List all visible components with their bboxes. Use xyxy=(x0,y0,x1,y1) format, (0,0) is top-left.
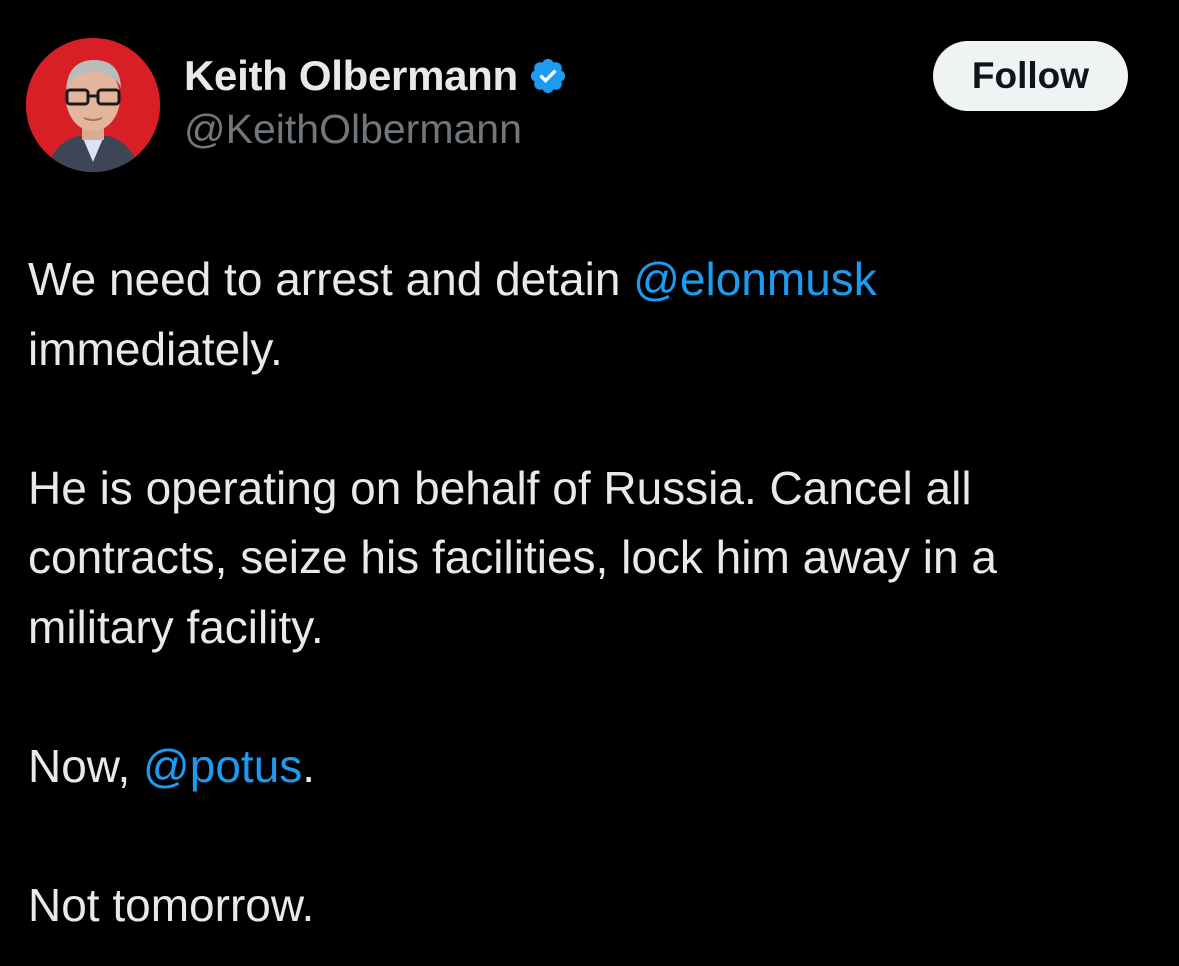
author-handle[interactable]: @KeithOlbermann xyxy=(184,106,522,153)
follow-button[interactable]: Follow xyxy=(933,41,1128,111)
tweet-text-segment: We need to arrest and detain xyxy=(28,253,634,305)
tweet-paragraph: Not tomorrow. xyxy=(28,871,1148,941)
tweet-text-segment: . xyxy=(302,739,316,792)
profile-photo-icon xyxy=(26,38,160,172)
verified-badge-icon xyxy=(530,58,565,94)
tweet-paragraph: He is operating on behalf of Russia. Can… xyxy=(28,454,1148,663)
mention-link[interactable]: @potus xyxy=(143,740,302,792)
tweet-paragraph: Now, @potus. xyxy=(28,732,1148,802)
tweet-text-segment: Now, xyxy=(28,739,144,792)
tweet-paragraph: We need to arrest and detain @elonmusk i… xyxy=(28,245,1148,384)
tweet-text-segment: contracts, seize his facilities, lock hi… xyxy=(28,531,997,583)
mention-link[interactable]: @elonmusk xyxy=(633,253,877,305)
tweet-text: We need to arrest and detain @elonmusk i… xyxy=(28,245,1148,940)
tweet-text-segment: immediately. xyxy=(28,322,283,375)
tweet-text-segment: He is operating on behalf of Russia. Can… xyxy=(28,461,972,514)
tweet-text-segment: Not tomorrow. xyxy=(28,878,315,931)
author-display-name[interactable]: Keith Olbermann xyxy=(184,52,518,100)
tweet-text-segment: military facility. xyxy=(28,600,324,653)
author-name-row: Keith Olbermann xyxy=(184,48,568,104)
avatar[interactable] xyxy=(26,38,160,172)
